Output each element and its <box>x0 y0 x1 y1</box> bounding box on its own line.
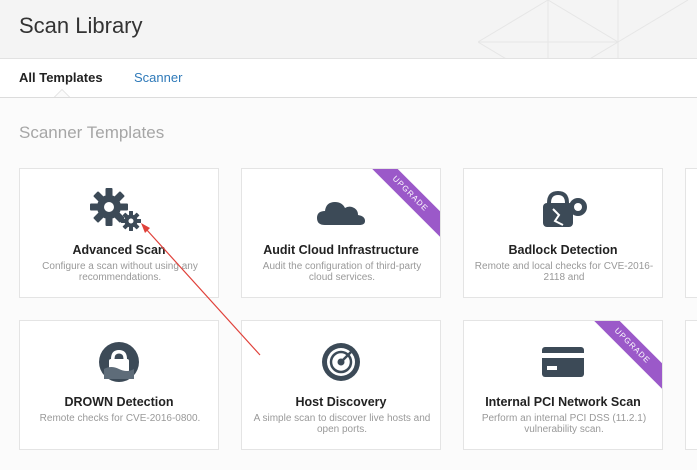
template-name: Advanced Scan <box>72 243 166 257</box>
template-description: Remote and local checks for CVE-2016-211… <box>474 261 654 283</box>
active-tab-indicator <box>54 89 70 97</box>
template-name: Host Discovery <box>295 395 387 409</box>
template-card-partial[interactable] <box>685 168 697 298</box>
page-title: Scan Library <box>19 13 143 38</box>
template-name: Audit Cloud Infrastructure <box>263 243 419 257</box>
template-card-internal-pci-network-scan[interactable]: UPGRADE Internal PCI Network Scan Perfor… <box>463 320 663 450</box>
template-name: Internal PCI Network Scan <box>485 395 641 409</box>
template-description: Remote checks for CVE-2016-0800. <box>39 413 201 424</box>
tab-all-templates[interactable]: All Templates <box>19 70 103 85</box>
template-description: Perform an internal PCI DSS (11.2.1) vul… <box>481 413 647 435</box>
badlock-icon <box>464 185 662 235</box>
gears-icon <box>20 185 218 235</box>
template-card-partial[interactable] <box>685 320 697 450</box>
page-header: Scan Library <box>0 0 697 59</box>
tab-bar: All Templates Scanner <box>0 59 697 98</box>
radar-icon <box>242 337 440 387</box>
template-description: Audit the configuration of third-party c… <box>262 261 422 283</box>
template-card-badlock-detection[interactable]: Badlock Detection Remote and local check… <box>463 168 663 298</box>
template-name: DROWN Detection <box>64 395 174 409</box>
template-card-host-discovery[interactable]: Host Discovery A simple scan to discover… <box>241 320 441 450</box>
drown-lock-icon <box>20 337 218 387</box>
section-title: Scanner Templates <box>19 123 165 142</box>
tab-scanner[interactable]: Scanner <box>134 70 182 85</box>
template-name: Badlock Detection <box>508 243 618 257</box>
header-pattern <box>478 0 689 58</box>
template-description: A simple scan to discover live hosts and… <box>253 413 431 435</box>
template-card-audit-cloud-infrastructure[interactable]: UPGRADE Audit Cloud Infrastructure Audit… <box>241 168 441 298</box>
template-description: Configure a scan without using any recom… <box>42 261 198 283</box>
template-card-drown-detection[interactable]: DROWN Detection Remote checks for CVE-20… <box>19 320 219 450</box>
template-card-advanced-scan[interactable]: Advanced Scan Configure a scan without u… <box>19 168 219 298</box>
